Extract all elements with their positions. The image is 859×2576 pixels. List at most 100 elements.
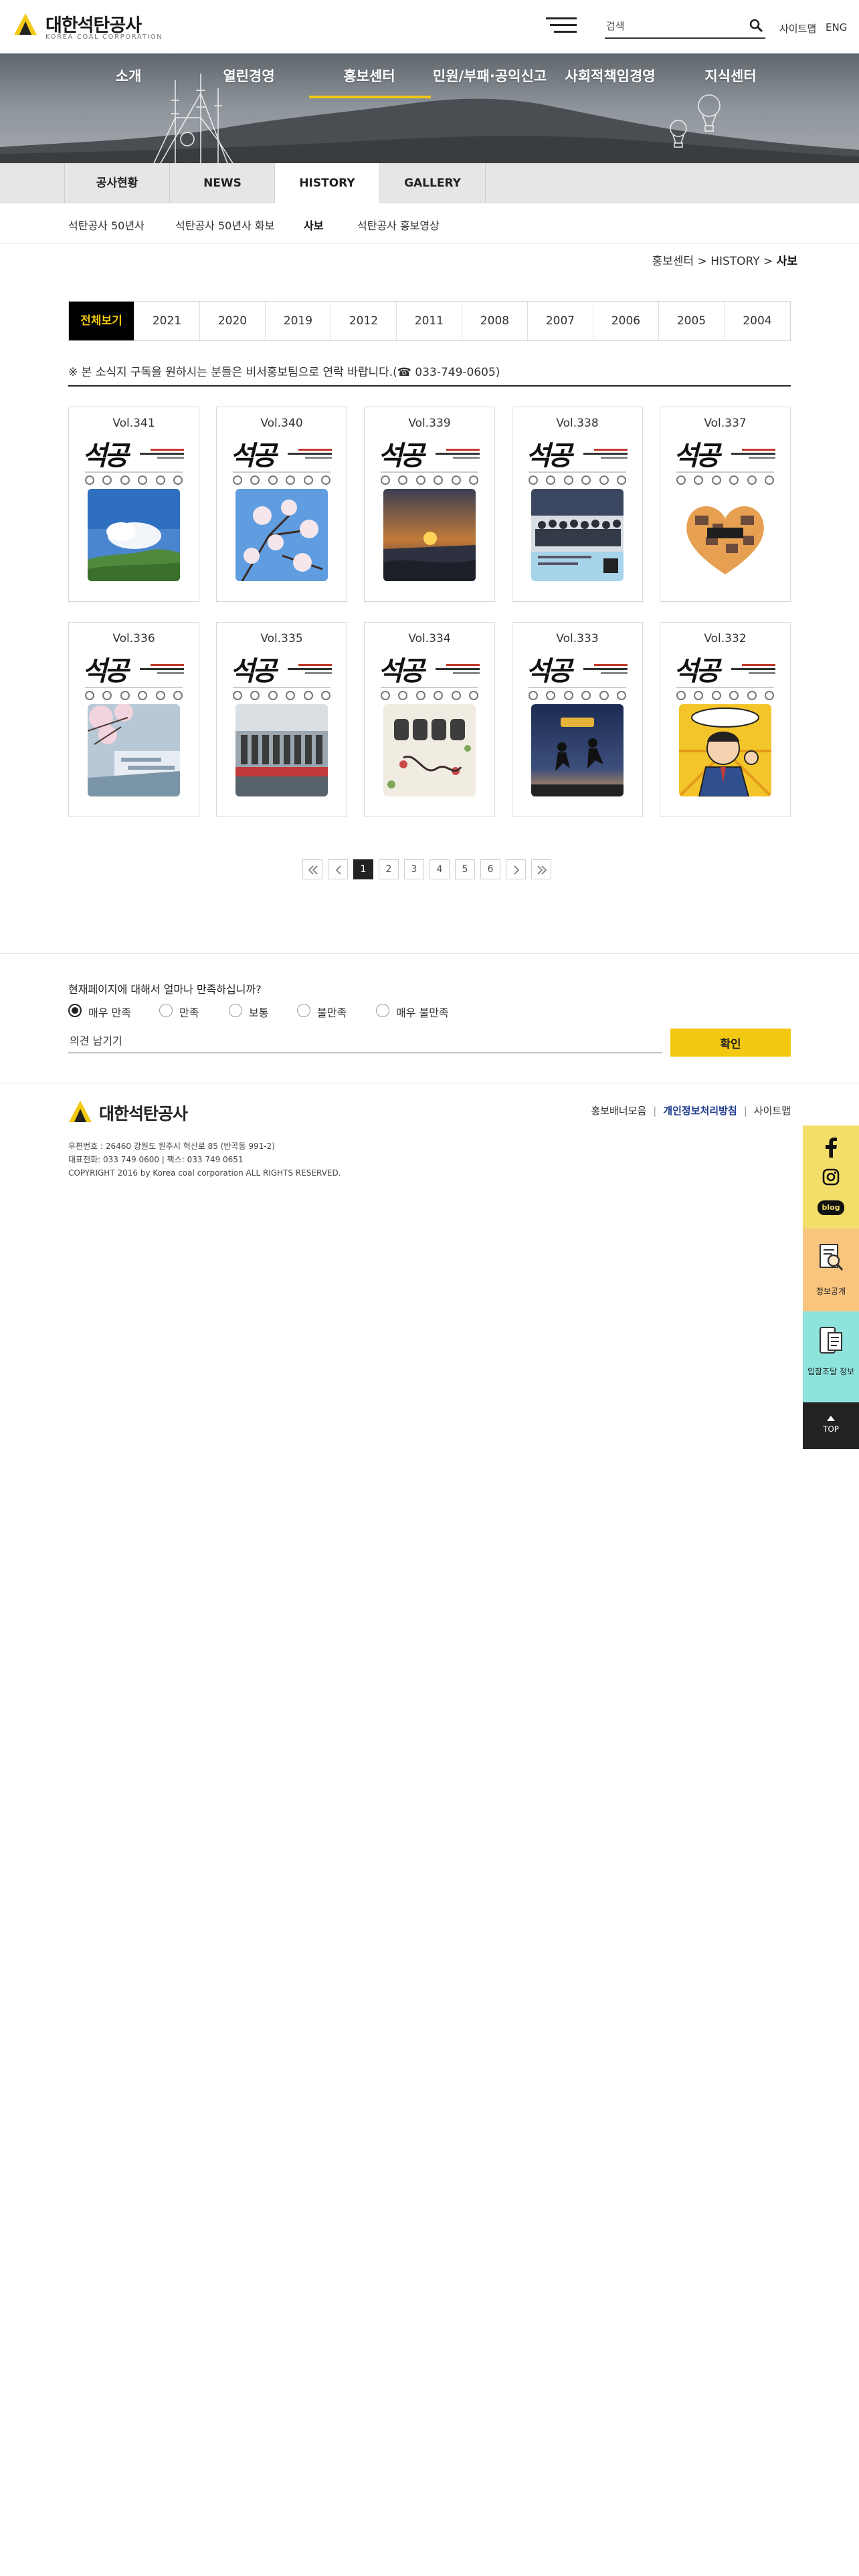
newsletter-card[interactable]: Vol.334 석공 [364,622,495,817]
cover-title: 석공 [82,440,129,471]
page-button-5[interactable]: 5 [455,859,475,879]
gnb-pr-center[interactable]: 홍보센터 [343,66,395,86]
page-button-3[interactable]: 3 [404,859,424,879]
first-page-button[interactable] [302,859,322,879]
cover-photo-sunset-sea [383,489,476,581]
cover-photo-ceremony [235,704,328,796]
instagram-icon[interactable] [822,1168,840,1186]
footer-link-separator: | [653,1105,657,1117]
next-page-button[interactable] [506,859,526,879]
search-input[interactable] [606,17,740,35]
prev-page-button[interactable] [328,859,348,879]
search-icon[interactable] [748,17,764,33]
year-tab-2008[interactable]: 2008 [462,302,528,340]
page-button-2[interactable]: 2 [379,859,399,879]
site-logo[interactable]: 대한석탄공사 KOREA COAL CORPORATION [13,11,167,43]
last-page-button[interactable] [531,859,551,879]
cover-title: 석공 [526,655,573,687]
english-link[interactable]: ENG [826,21,847,33]
newsletter-volume: Vol.340 [260,417,303,430]
year-tab-2021[interactable]: 2021 [134,302,200,340]
cover-menu-icons [529,475,626,486]
gnb-civil-report[interactable]: 민원/부패·공익신고 [433,66,547,86]
cover-photo-cherry-blossom [235,489,328,581]
year-tab-2005[interactable]: 2005 [659,302,725,340]
page-button-1[interactable]: 1 [353,859,373,879]
double-chevron-left-icon [308,865,318,875]
radio-icon [229,1004,242,1017]
cover-title: 석공 [526,440,573,471]
cover-masthead [583,664,628,675]
cover-title: 석공 [378,440,425,471]
submenu-50-year-photos[interactable]: 석탄공사 50년사 화보 [175,217,274,233]
year-tab-2020[interactable]: 2020 [200,302,266,340]
newsletter-card[interactable]: Vol.337 석공 [660,407,791,602]
sitemap-link[interactable]: 사이트맵 [779,21,816,35]
tab-gallery[interactable]: GALLERY [380,163,486,203]
quick-procurement-info[interactable]: 입찰조달 정보 [803,1311,859,1402]
year-tab-2012[interactable]: 2012 [331,302,397,340]
newsletter-volume: Vol.337 [704,417,747,430]
newsletter-volume: Vol.336 [112,632,155,645]
newsletter-cover: 석공 [674,649,777,804]
year-tab-all[interactable]: 전체보기 [69,302,134,340]
survey-question: 현재페이지에 대해서 얼마나 만족하십니까? [68,983,262,996]
submenu-50-year-history[interactable]: 석탄공사 50년사 [68,217,145,233]
cover-divider [233,687,330,688]
blog-icon[interactable]: blog [818,1200,844,1215]
quick-info-disclosure[interactable]: 정보공개 [803,1228,859,1311]
hamburger-line [550,24,577,26]
submenu-pr-video[interactable]: 석탄공사 홍보영상 [357,217,440,233]
newsletter-card[interactable]: Vol.332 석공 [660,622,791,817]
scroll-to-top-button[interactable]: TOP [803,1402,859,1449]
newsletter-card[interactable]: Vol.336 석공 [68,622,199,817]
cover-divider [529,471,626,473]
page-button-6[interactable]: 6 [480,859,500,879]
newsletter-card[interactable]: Vol.340 석공 [216,407,347,602]
submenu-newsletter[interactable]: 사보 [304,217,323,233]
footer-link-sitemap[interactable]: 사이트맵 [754,1105,791,1117]
footer-phone-fax: 대표전화: 033 749 0600 | 팩스: 033 749 0651 [68,1155,244,1164]
footer-link-banners[interactable]: 홍보배너모음 [591,1105,646,1117]
newsletter-cover: 석공 [82,434,185,589]
footer-postal-address: 우편번호 : 26460 강원도 원주시 혁신로 85 (반곡동 991-2) [68,1142,275,1151]
newsletter-cover: 석공 [674,434,777,589]
newsletter-card[interactable]: Vol.333 석공 [512,622,643,817]
page-button-4[interactable]: 4 [430,859,450,879]
year-tab-2011[interactable]: 2011 [397,302,462,340]
cover-illustration-new-year [383,704,476,796]
gnb-knowledge-center[interactable]: 지식센터 [704,66,756,86]
year-tab-2019[interactable]: 2019 [266,302,331,340]
logo-english-text: KOREA COAL CORPORATION [45,33,163,41]
newsletter-card[interactable]: Vol.335 석공 [216,622,347,817]
tab-history[interactable]: HISTORY [274,163,380,204]
year-tab-2004[interactable]: 2004 [725,302,790,340]
cover-menu-icons [233,691,330,702]
footer-address: 우편번호 : 26460 강원도 원주시 혁신로 85 (반곡동 991-2) … [68,1140,341,1180]
gnb-social-responsibility[interactable]: 사회적책임경영 [565,66,655,86]
quick-procurement-label: 입찰조달 정보 [807,1367,855,1376]
newsletter-card[interactable]: Vol.341 석공 [68,407,199,602]
cover-photo-sky-mountains [88,489,180,581]
caret-up-icon [827,1416,835,1421]
all-menu-button[interactable] [546,17,577,35]
newsletter-grid: Vol.341 석공 Vol.340 석공 Vol.339 석공 Vol.338… [68,407,791,819]
cover-masthead [288,664,332,675]
gnb-intro[interactable]: 소개 [116,66,142,86]
radio-icon [297,1004,310,1017]
facebook-icon[interactable] [824,1138,838,1158]
gnb-open-management[interactable]: 열린경영 [223,66,274,86]
gnb-active-indicator [309,96,431,98]
newsletter-card[interactable]: Vol.339 석공 [364,407,495,602]
tab-company-status[interactable]: 공사현황 [64,163,170,203]
footer-link-privacy-policy[interactable]: 개인정보처리방침 [663,1105,737,1117]
newsletter-card[interactable]: Vol.338 석공 [512,407,643,602]
survey-option-label: 매우 만족 [88,1006,131,1019]
cover-menu-icons [676,475,774,486]
year-tab-2007[interactable]: 2007 [528,302,593,340]
opinion-input[interactable] [68,1029,662,1053]
year-tab-2006[interactable]: 2006 [593,302,659,340]
survey-submit-button[interactable]: 확인 [670,1029,791,1057]
tab-news[interactable]: NEWS [170,163,276,203]
cover-menu-icons [381,475,478,486]
